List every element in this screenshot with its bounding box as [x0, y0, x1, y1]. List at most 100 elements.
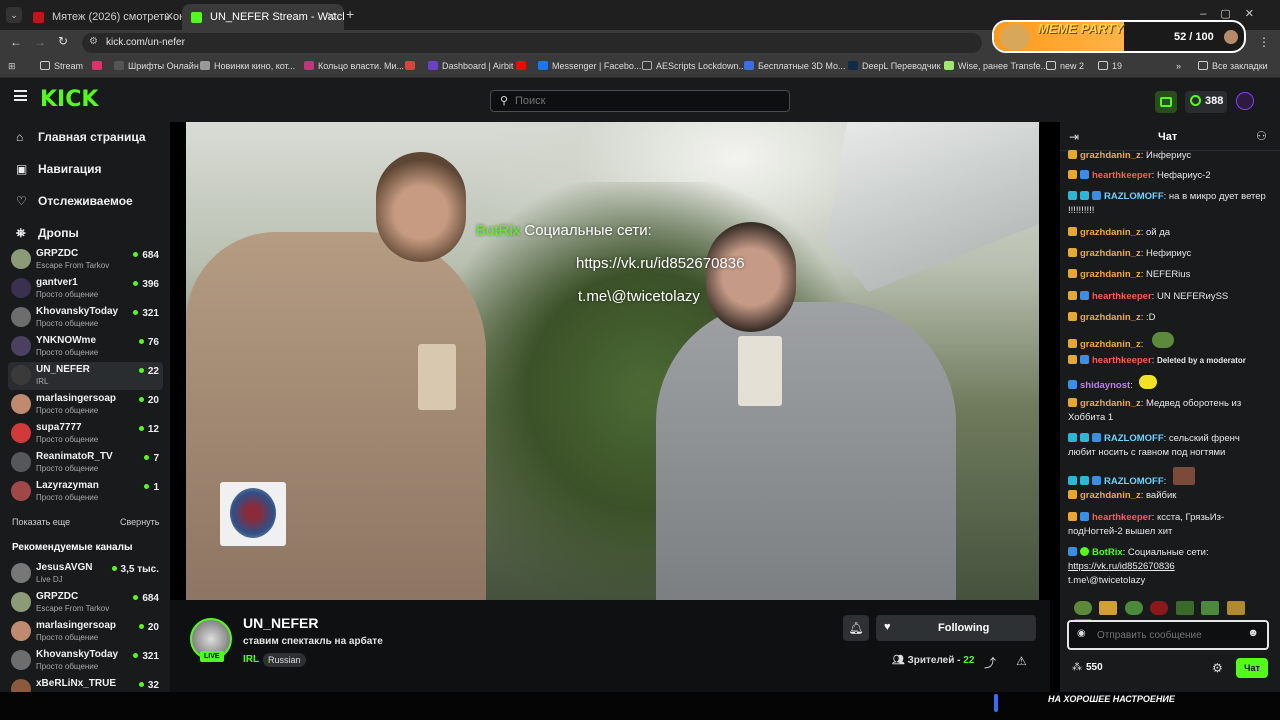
followed-channel[interactable]: gantver1 Просто общение 396 [8, 275, 163, 303]
chat-message: hearthkeeper: ксста, ГрязьИз-подНогтей-2… [1068, 512, 1225, 537]
emote-icon[interactable] [1226, 601, 1245, 615]
user-avatar[interactable] [1236, 92, 1254, 110]
bookmark-item[interactable]: Messenger | Facebo... [538, 61, 641, 71]
chat-settings-icon[interactable]: ⚙ [1212, 661, 1223, 675]
share-icon[interactable]: ⤴ [984, 654, 996, 671]
avatar [11, 423, 31, 443]
reload-icon[interactable]: ↻ [58, 34, 68, 48]
chat-users-icon[interactable]: ⚇ [1256, 129, 1267, 143]
emote-icon[interactable] [1201, 601, 1220, 615]
new-tab-button[interactable]: + [346, 6, 354, 22]
search-input[interactable] [515, 93, 775, 109]
followed-channel[interactable]: marlasingersoap Просто общение 20 [8, 391, 163, 419]
close-icon[interactable]: ✕ [165, 4, 174, 30]
followed-channel[interactable]: ReanimatoR_TV Просто общение 7 [8, 449, 163, 477]
recommended-channel[interactable]: KhovanskyToday Просто общение 321 [8, 647, 163, 675]
nav-home[interactable]: ⌂ Главная страница [16, 130, 146, 144]
emote-icon[interactable] [1175, 601, 1194, 615]
bookmark-item[interactable]: Dashboard | Airbit [428, 61, 513, 71]
heart-icon: ♡ [16, 194, 27, 208]
bot-link[interactable]: https://vk.ru/id852670836 [1068, 561, 1175, 572]
chat-message: RAZLOMOFF: [1068, 467, 1268, 489]
bookmark-item[interactable]: new 2 [1046, 61, 1084, 71]
youtube-icon [516, 61, 526, 70]
emote-icon[interactable] [1150, 601, 1169, 615]
kick-logo[interactable]: KICK [40, 87, 98, 112]
channel-name[interactable]: UN_NEFER [243, 615, 318, 631]
followed-channel[interactable]: supa7777 Просто общение 12 [8, 420, 163, 448]
notification-button[interactable]: 🔔︎ [843, 615, 869, 641]
tab-movie[interactable]: Мятеж (2026) смотреть онлайн ✕ [24, 4, 182, 30]
emoji-picker-icon[interactable]: ☻ [1247, 627, 1259, 639]
followed-channel[interactable]: Lazyrazyman Просто общение 1 [8, 478, 163, 506]
search-box[interactable]: ⚲ [490, 90, 790, 112]
bookmark-item[interactable]: Wise, ранее Transfe... [944, 61, 1048, 71]
chat-input[interactable] [1097, 627, 1245, 643]
recommended-channel[interactable]: JesusAVGN Live DJ 3,5 тыс. [8, 560, 163, 588]
all-bookmarks[interactable]: Все закладки [1198, 61, 1268, 71]
bookmark-item[interactable]: Stream [40, 61, 83, 71]
recommended-channel[interactable]: marlasingersoap Просто общение 20 [8, 618, 163, 646]
followed-channel-active[interactable]: UN_NEFER IRL 22 [8, 362, 163, 390]
language-tag[interactable]: Russian [263, 653, 306, 667]
recommended-channel[interactable]: GRPZDC Escape From Tarkov 684 [8, 589, 163, 617]
bookmark-favicon [944, 61, 954, 70]
following-button[interactable]: ♥ Following [876, 615, 1036, 641]
chat-emote-icon[interactable]: ◉ [1077, 628, 1086, 639]
points-button[interactable]: 388 [1185, 91, 1227, 113]
menu-icon[interactable]: ⋮ [1258, 35, 1270, 49]
video-player[interactable]: BotRix Социальные сети: https://vk.ru/id… [186, 122, 1039, 600]
back-icon[interactable]: ← [10, 35, 22, 49]
drops-button[interactable] [1155, 91, 1177, 113]
apps-icon[interactable]: ⊞ [8, 61, 16, 72]
bookmarks-bar: ⊞ Stream Шрифты Онлайн Новинки кино, кот… [0, 56, 1280, 78]
recommended-channel[interactable]: xBeRLiNx_TRUE 32 [8, 676, 163, 692]
nav-following[interactable]: ♡ Отслеживаемое [16, 194, 133, 208]
video-cup [738, 336, 782, 406]
bookmark-item[interactable]: AEScripts Lockdown... [642, 61, 746, 71]
collapse-link[interactable]: Свернуть [120, 517, 159, 527]
followed-channel[interactable]: GRPZDC Escape From Tarkov 684 [8, 246, 163, 274]
viewers-number: 22 [963, 655, 975, 666]
more-bookmarks-icon[interactable]: » [1176, 61, 1181, 71]
close-icon[interactable]: ✕ [327, 4, 336, 30]
nav-drops[interactable]: ⛯ Дропы [16, 226, 79, 241]
bookmark-favicon [304, 61, 314, 70]
tab-search-icon[interactable]: ⌄ [6, 7, 22, 23]
bookmark-item[interactable] [92, 61, 106, 71]
site-info-icon[interactable]: ⚙ [89, 36, 98, 47]
followed-channel[interactable]: KhovanskyToday Просто общение 321 [8, 304, 163, 332]
deepl-icon [848, 61, 858, 70]
bot-tg: t.me\@twicetolazy [1068, 575, 1146, 586]
folder-icon [1198, 61, 1208, 70]
chat-message: grazhdanin_z: вайбик [1068, 489, 1268, 503]
forward-icon[interactable]: → [34, 35, 46, 49]
collapse-chat-icon[interactable]: ⇥ [1069, 130, 1079, 144]
nav-browse[interactable]: ▣ Навигация [16, 162, 102, 176]
emote-icon[interactable] [1099, 601, 1118, 615]
bookmark-item[interactable]: Бесплатные 3D Мо... [744, 61, 846, 71]
bookmark-item[interactable]: DeepL Переводчик [848, 61, 941, 71]
overlay-line2: https://vk.ru/id852670836 [576, 255, 745, 272]
show-more-link[interactable]: Показать еще [12, 517, 70, 527]
window-controls[interactable]: –▢✕ [1200, 7, 1268, 20]
emote-icon[interactable] [1074, 601, 1092, 615]
chat-send-button[interactable]: Чат [1236, 658, 1268, 678]
bookmark-item[interactable] [516, 61, 530, 71]
bookmark-item[interactable]: 19 [1098, 61, 1122, 71]
report-icon[interactable]: ⚠ [1016, 654, 1027, 668]
bookmark-item[interactable] [405, 61, 419, 71]
hamburger-menu-icon[interactable] [14, 90, 27, 101]
url-field[interactable]: ⚙ kick.com/un-nefer [82, 33, 982, 53]
tab-kick[interactable]: UN_NEFER Stream - Watch ✕ [182, 4, 344, 30]
bookmark-item[interactable]: Новинки кино, кот... [200, 61, 295, 71]
followed-channel[interactable]: YNKNOWme Просто общение 76 [8, 333, 163, 361]
chat-points-icon: ⁂ [1072, 662, 1082, 673]
chat-input-box[interactable]: ◉ ☻ [1067, 620, 1269, 650]
bookmark-item[interactable]: Кольцо власти. Ми... [304, 61, 404, 71]
category-link[interactable]: IRL [243, 654, 259, 665]
emote-icon[interactable] [1124, 601, 1143, 615]
avatar [11, 452, 31, 472]
badge-icon [1068, 398, 1077, 407]
bookmark-item[interactable]: Шрифты Онлайн [114, 61, 199, 71]
